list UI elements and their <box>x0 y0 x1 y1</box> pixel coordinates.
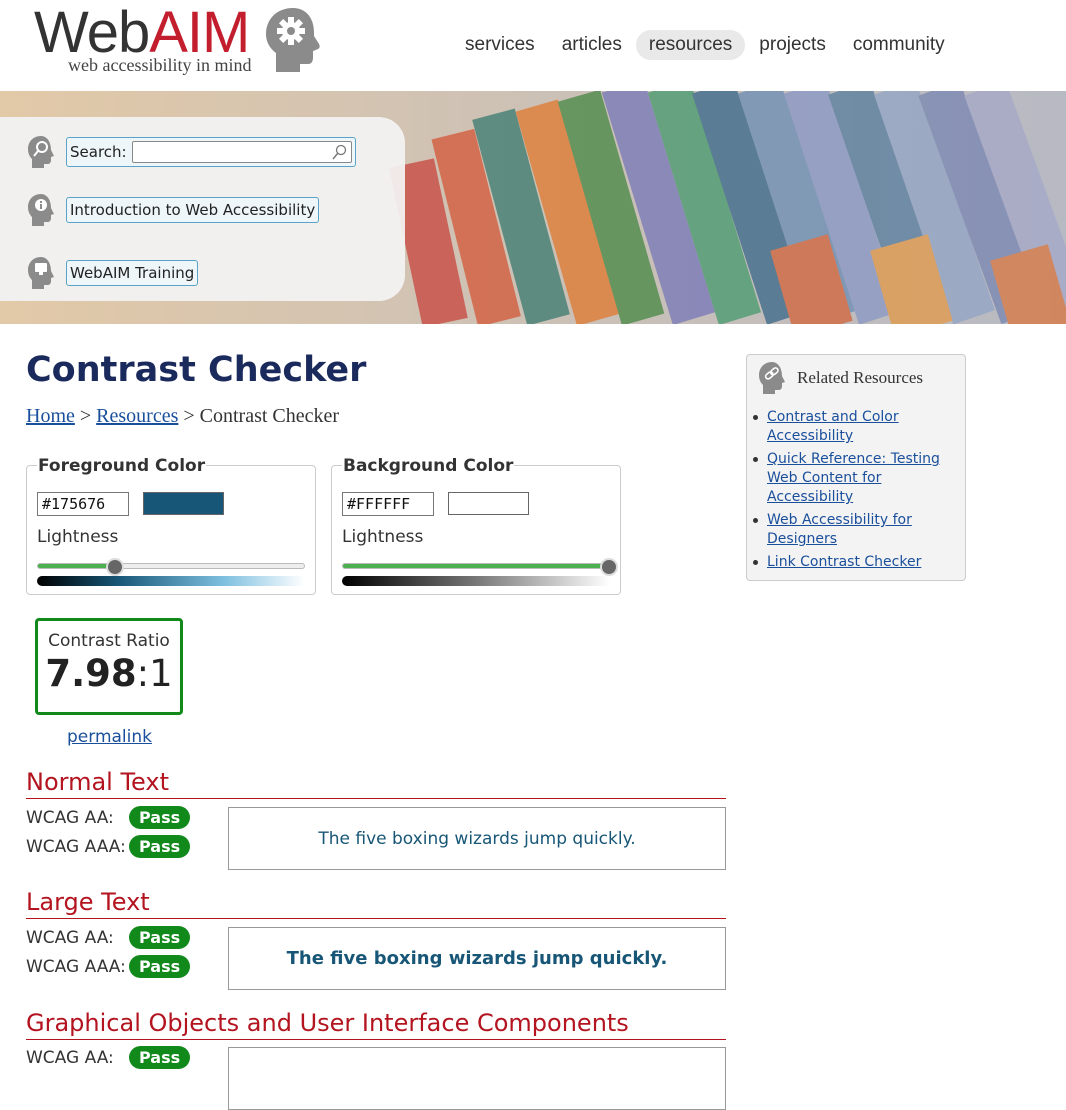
quick-links-panel: Search: Introduction to Web Accessibilit… <box>0 117 405 301</box>
background-slider-thumb[interactable] <box>600 558 618 576</box>
logo-tagline: web accessibility in mind <box>68 55 252 75</box>
head-gear-icon <box>266 8 320 72</box>
page-title: Contrast Checker <box>26 350 367 390</box>
nav-projects[interactable]: projects <box>746 30 839 60</box>
graphical-objects-heading: Graphical Objects and User Interface Com… <box>26 1009 726 1040</box>
normal-text-sample: The five boxing wizards jump quickly. <box>228 807 726 870</box>
foreground-lightness-slider[interactable] <box>37 558 305 576</box>
foreground-lightness-label: Lightness <box>37 527 119 547</box>
foreground-slider-fill <box>38 564 116 568</box>
large-aaa-row: WCAG AAA: Pass <box>26 955 191 978</box>
normal-aa-row: WCAG AA: Pass <box>26 806 191 829</box>
graphical-aa-row: WCAG AA: Pass <box>26 1046 191 1069</box>
breadcrumb-home-link[interactable]: Home <box>26 405 75 427</box>
graphical-aa-label: WCAG AA: <box>26 1047 114 1068</box>
normal-text-heading: Normal Text <box>26 768 726 799</box>
training-head-icon <box>28 257 54 289</box>
normal-aa-pass-badge: Pass <box>129 806 191 829</box>
nav-resources[interactable]: resources <box>635 30 746 60</box>
foreground-hex-input[interactable]: #175676 <box>37 492 129 516</box>
large-text-heading: Large Text <box>26 888 726 919</box>
link-head-icon <box>759 362 785 394</box>
nav-services[interactable]: services <box>452 30 548 60</box>
background-lightness-label: Lightness <box>342 527 424 547</box>
related-resources-list: Contrast and Color Accessibility Quick R… <box>753 408 957 576</box>
info-head-icon <box>28 194 54 226</box>
foreground-color-group: Foreground Color #175676 Lightness <box>26 456 316 595</box>
list-item: Link Contrast Checker <box>753 553 957 572</box>
background-color-picker[interactable] <box>448 492 529 515</box>
related-link-designers[interactable]: Web Accessibility for Designers <box>767 512 912 547</box>
large-aa-row: WCAG AA: Pass <box>26 926 191 949</box>
foreground-slider-thumb[interactable] <box>106 558 125 576</box>
background-hex-input[interactable]: #FFFFFF <box>342 492 434 516</box>
contrast-ratio-value: 7.98:1 <box>45 652 173 695</box>
normal-aaa-row: WCAG AAA: Pass <box>26 835 191 858</box>
nav-articles[interactable]: articles <box>549 30 635 60</box>
background-color-group: Background Color #FFFFFF Lightness <box>331 456 621 595</box>
training-row: WebAIM Training <box>26 256 199 290</box>
search-input[interactable] <box>131 141 352 163</box>
related-resources-header: Related Resources <box>757 361 923 395</box>
related-link-link-contrast[interactable]: Link Contrast Checker <box>767 554 921 570</box>
search-box: Search: <box>66 137 356 167</box>
large-aaa-pass-badge: Pass <box>129 955 191 978</box>
contrast-ratio-label: Contrast Ratio <box>48 631 170 651</box>
foreground-color-picker[interactable] <box>143 492 224 515</box>
foreground-lightness-gradient <box>37 576 305 586</box>
search-icon[interactable] <box>331 144 347 160</box>
graphical-objects-sample <box>228 1047 726 1110</box>
training-link[interactable]: WebAIM Training <box>66 260 199 286</box>
normal-aaa-label: WCAG AAA: <box>26 836 126 857</box>
breadcrumb-resources-link[interactable]: Resources <box>96 405 178 427</box>
main-nav: services articles resources projects com… <box>452 30 959 60</box>
background-legend: Background Color <box>342 456 515 476</box>
related-resources-title: Related Resources <box>797 368 924 387</box>
intro-row: Introduction to Web Accessibility <box>26 193 320 227</box>
foreground-legend: Foreground Color <box>37 456 207 476</box>
background-lightness-slider[interactable] <box>342 558 618 576</box>
large-text-sample: The five boxing wizards jump quickly. <box>228 927 726 990</box>
background-lightness-gradient <box>342 576 610 586</box>
graphical-aa-pass-badge: Pass <box>129 1046 191 1069</box>
search-row: Search: <box>26 135 356 169</box>
normal-aa-label: WCAG AA: <box>26 807 114 828</box>
breadcrumb-current: Contrast Checker <box>199 405 340 427</box>
list-item: Web Accessibility for Designers <box>753 511 957 549</box>
list-item: Quick Reference: Testing Web Content for… <box>753 450 957 507</box>
large-aa-pass-badge: Pass <box>129 926 191 949</box>
large-aaa-label: WCAG AAA: <box>26 956 126 977</box>
related-link-contrast-color[interactable]: Contrast and Color Accessibility <box>767 409 899 444</box>
search-label: Search: <box>70 143 127 161</box>
related-link-quick-reference[interactable]: Quick Reference: Testing Web Content for… <box>767 451 940 505</box>
related-resources-panel: Related Resources Contrast and Color Acc… <box>746 354 966 581</box>
contrast-ratio-box: Contrast Ratio 7.98:1 <box>35 618 183 715</box>
site-header: WebAIM web accessibility in mind service… <box>0 0 1066 91</box>
nav-community[interactable]: community <box>840 30 958 60</box>
search-head-icon <box>28 136 54 168</box>
breadcrumb: Home > Resources > Contrast Checker <box>26 405 340 427</box>
permalink-link[interactable]: permalink <box>67 727 152 747</box>
background-slider-fill <box>343 564 609 568</box>
list-item: Contrast and Color Accessibility <box>753 408 957 446</box>
large-aa-label: WCAG AA: <box>26 927 114 948</box>
normal-aaa-pass-badge: Pass <box>129 835 191 858</box>
intro-link[interactable]: Introduction to Web Accessibility <box>66 197 320 223</box>
